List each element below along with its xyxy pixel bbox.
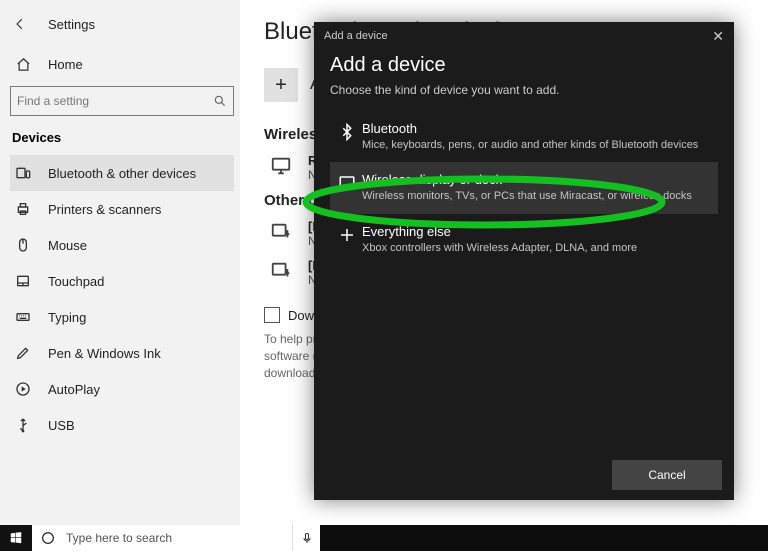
option-title: Bluetooth [362, 121, 698, 136]
add-device-dialog: Add a device ✕ Add a device Choose the k… [314, 22, 734, 500]
option-desc: Wireless monitors, TVs, or PCs that use … [362, 189, 692, 203]
plus-icon: + [264, 68, 298, 102]
sidebar-item-label: Mouse [48, 238, 87, 253]
sidebar-item-bluetooth[interactable]: Bluetooth & other devices [10, 155, 234, 191]
option-desc: Xbox controllers with Wireless Adapter, … [362, 241, 637, 255]
option-bluetooth[interactable]: Bluetooth Mice, keyboards, pens, or audi… [330, 111, 718, 162]
bluetooth-icon [332, 121, 362, 152]
monitor-icon [332, 172, 362, 203]
sidebar-item-label: Touchpad [48, 274, 104, 289]
mic-icon [301, 531, 313, 545]
sidebar-item-typing[interactable]: Typing [10, 299, 234, 335]
touchpad-icon [14, 273, 32, 289]
dialog-heading: Add a device [330, 54, 718, 77]
sidebar-item-usb[interactable]: USB [10, 407, 234, 443]
dialog-sub: Choose the kind of device you want to ad… [330, 83, 718, 97]
search-icon [213, 94, 227, 108]
taskbar: Type here to search [0, 525, 768, 551]
media-device-icon [264, 219, 298, 243]
sidebar-item-label: Bluetooth & other devices [48, 166, 196, 181]
mic-button[interactable] [292, 525, 320, 551]
sidebar-item-touchpad[interactable]: Touchpad [10, 263, 234, 299]
option-title: Wireless display or dock [362, 172, 692, 187]
option-everything-else[interactable]: Everything else Xbox controllers with Wi… [330, 214, 718, 265]
pen-icon [14, 345, 32, 361]
section-title: Devices [12, 130, 234, 145]
autoplay-icon [14, 381, 32, 397]
sidebar-item-label: Pen & Windows Ink [48, 346, 161, 361]
media-device-icon [264, 258, 298, 282]
printer-icon [14, 201, 32, 217]
home-icon [14, 57, 32, 72]
checkbox-icon [264, 307, 280, 323]
dialog-titlebar-text: Add a device [324, 30, 388, 42]
sidebar-item-label: USB [48, 418, 75, 433]
option-desc: Mice, keyboards, pens, or audio and othe… [362, 138, 698, 152]
settings-sidebar: Settings Home Devices Bluetooth & other … [0, 0, 240, 525]
sidebar-item-pen[interactable]: Pen & Windows Ink [10, 335, 234, 371]
option-wireless-display[interactable]: Wireless display or dock Wireless monito… [330, 162, 718, 213]
sidebar-item-autoplay[interactable]: AutoPlay [10, 371, 234, 407]
back-icon[interactable] [10, 14, 30, 34]
windows-icon [9, 531, 23, 545]
sidebar-item-label: Printers & scanners [48, 202, 161, 217]
usb-icon [14, 417, 32, 433]
find-setting-search[interactable] [10, 86, 234, 116]
mouse-icon [14, 237, 32, 253]
sidebar-item-label: Typing [48, 310, 86, 325]
start-button[interactable] [0, 525, 32, 551]
taskbar-search-placeholder: Type here to search [66, 531, 172, 545]
devices-icon [14, 165, 32, 181]
window-title: Settings [48, 17, 95, 32]
search-input[interactable] [17, 94, 213, 108]
sidebar-item-mouse[interactable]: Mouse [10, 227, 234, 263]
keyboard-icon [14, 309, 32, 325]
sidebar-item-printers[interactable]: Printers & scanners [10, 191, 234, 227]
home-link[interactable]: Home [10, 52, 234, 76]
option-title: Everything else [362, 224, 637, 239]
taskbar-search[interactable]: Type here to search [32, 525, 292, 551]
cortana-icon [40, 530, 56, 546]
cancel-button[interactable]: Cancel [612, 460, 722, 490]
plus-icon [332, 224, 362, 255]
close-icon[interactable]: ✕ [712, 28, 724, 45]
sidebar-item-label: AutoPlay [48, 382, 100, 397]
home-label: Home [48, 57, 83, 72]
taskbar-rest [320, 525, 768, 551]
monitor-icon [264, 153, 298, 177]
